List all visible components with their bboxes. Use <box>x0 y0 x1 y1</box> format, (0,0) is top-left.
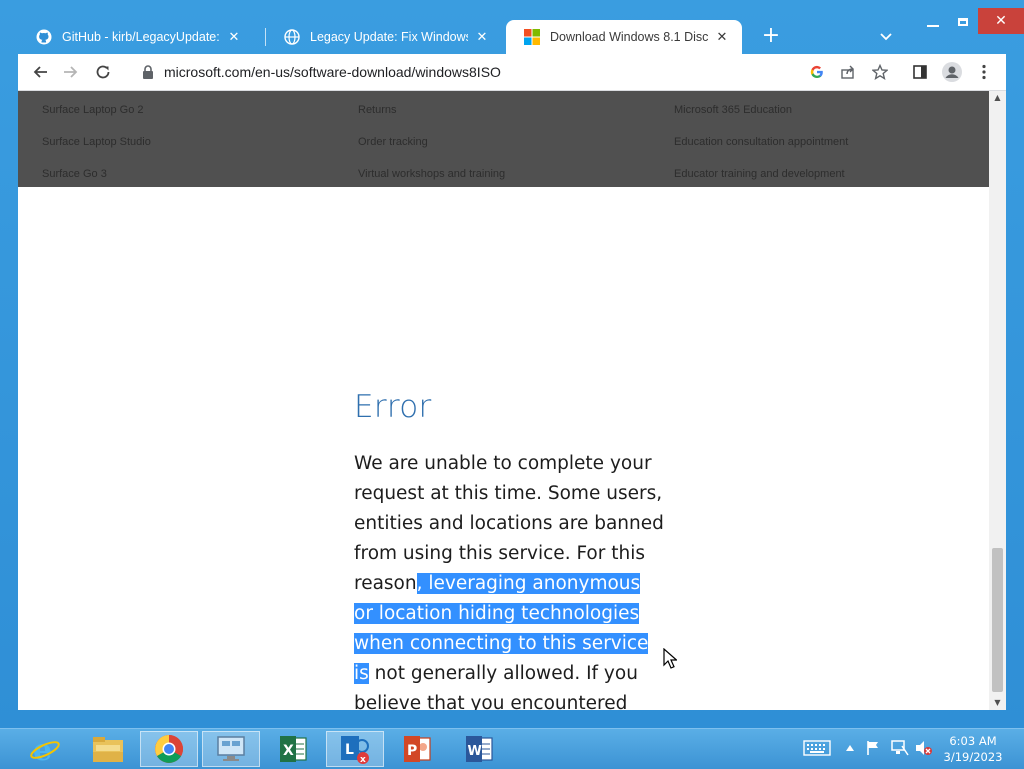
svg-text:X: X <box>283 743 294 759</box>
microsoft-logo-icon <box>524 29 540 45</box>
tab-download-windows[interactable]: Download Windows 8.1 Disc Ima ✕ <box>506 20 742 54</box>
address-bar[interactable]: microsoft.com/en-us/software-download/wi… <box>128 57 844 87</box>
footer-link[interactable]: Returns <box>358 104 397 116</box>
forward-button[interactable] <box>59 60 83 84</box>
taskbar-internet-explorer[interactable]: e <box>16 731 74 767</box>
back-arrow-icon <box>33 66 47 78</box>
site-footer-links: Surface Laptop Go 2 Surface Laptop Studi… <box>18 91 989 187</box>
volume-muted-icon[interactable] <box>915 740 933 759</box>
chrome-icon <box>155 735 183 763</box>
taskbar-lync[interactable]: Lx <box>326 731 384 767</box>
tab-github[interactable]: GitHub - kirb/LegacyUpdate: Fix ✕ <box>18 20 254 54</box>
clock-time: 6:03 AM <box>949 734 997 748</box>
internet-explorer-icon: e <box>30 733 60 765</box>
bookmark-star-icon[interactable] <box>868 60 892 84</box>
footer-link[interactable]: Microsoft 365 Education <box>674 104 792 116</box>
tab-title: Legacy Update: Fix Windows Up <box>310 30 468 44</box>
browser-toolbar: microsoft.com/en-us/software-download/wi… <box>18 54 1006 91</box>
tab-legacy-update[interactable]: Legacy Update: Fix Windows Up ✕ <box>266 20 502 54</box>
scrollbar-thumb[interactable] <box>992 548 1003 692</box>
show-hidden-icons-chevron-icon[interactable] <box>845 742 855 755</box>
error-text-after: not generally allowed. If you believe th… <box>354 663 638 710</box>
share-icon[interactable] <box>836 60 860 84</box>
footer-link[interactable]: Surface Laptop Go 2 <box>42 104 144 116</box>
lync-icon: Lx <box>341 736 369 765</box>
clock-date: 3/19/2023 <box>943 750 1003 764</box>
profile-avatar-icon[interactable] <box>940 60 964 84</box>
globe-icon <box>284 29 300 45</box>
taskbar-chrome[interactable] <box>140 731 198 767</box>
tab-close-icon[interactable]: ✕ <box>226 30 242 45</box>
scroll-down-arrow-icon[interactable]: ▼ <box>989 696 1006 710</box>
github-icon <box>36 29 52 45</box>
footer-link[interactable]: Education consultation appointment <box>674 136 848 148</box>
footer-link[interactable]: Surface Go 3 <box>42 168 107 180</box>
page-viewport: Surface Laptop Go 2 Surface Laptop Studi… <box>18 91 989 710</box>
footer-link[interactable]: Educator training and development <box>674 168 845 180</box>
tab-title: Download Windows 8.1 Disc Ima <box>550 30 708 44</box>
forward-arrow-icon <box>64 66 78 78</box>
google-lens-icon[interactable] <box>805 60 829 84</box>
action-center-flag-icon[interactable] <box>866 740 880 759</box>
folder-icon <box>93 737 123 762</box>
back-button[interactable] <box>28 60 52 84</box>
tab-search-chevron-icon[interactable] <box>874 26 898 50</box>
error-message: We are unable to complete your request a… <box>354 449 664 710</box>
remote-desktop-icon <box>217 736 245 761</box>
error-heading: Error <box>354 389 432 425</box>
taskbar-remote-desktop[interactable] <box>202 731 260 767</box>
word-icon: W <box>466 736 493 762</box>
more-menu-icon[interactable] <box>972 60 996 84</box>
excel-icon: X <box>280 736 307 762</box>
svg-text:W: W <box>468 744 482 759</box>
vertical-scrollbar[interactable]: ▲ ▼ <box>989 91 1006 710</box>
new-tab-button[interactable]: + <box>758 24 784 50</box>
footer-link[interactable]: Virtual workshops and training <box>358 168 505 180</box>
lock-icon <box>143 65 153 79</box>
taskbar-excel[interactable]: X <box>264 731 322 767</box>
reload-button[interactable] <box>91 60 115 84</box>
svg-text:P: P <box>407 743 417 759</box>
system-clock[interactable]: 6:03 AM 3/19/2023 <box>940 733 1006 765</box>
tab-title: GitHub - kirb/LegacyUpdate: Fix <box>62 30 220 44</box>
footer-link[interactable]: Order tracking <box>358 136 428 148</box>
scroll-up-arrow-icon[interactable]: ▲ <box>989 91 1006 105</box>
taskbar-word[interactable]: W <box>450 731 508 767</box>
svg-text:x: x <box>360 755 366 765</box>
taskbar-file-explorer[interactable] <box>79 731 137 767</box>
network-icon[interactable] <box>891 740 909 759</box>
url-text: microsoft.com/en-us/software-download/wi… <box>164 64 501 80</box>
side-panel-icon[interactable] <box>908 60 932 84</box>
tab-close-icon[interactable]: ✕ <box>714 30 730 45</box>
mouse-pointer-icon <box>663 648 677 669</box>
tab-close-icon[interactable]: ✕ <box>474 30 490 45</box>
tab-strip: GitHub - kirb/LegacyUpdate: Fix ✕ Legacy… <box>18 18 1006 54</box>
footer-link[interactable]: Surface Laptop Studio <box>42 136 151 148</box>
touch-keyboard-icon[interactable] <box>803 740 831 759</box>
taskbar: e X Lx P W 6:03 AM 3/19/2023 <box>0 728 1024 769</box>
taskbar-powerpoint[interactable]: P <box>388 731 446 767</box>
powerpoint-icon: P <box>404 736 431 762</box>
reload-icon <box>96 65 110 79</box>
svg-text:L: L <box>345 742 354 758</box>
